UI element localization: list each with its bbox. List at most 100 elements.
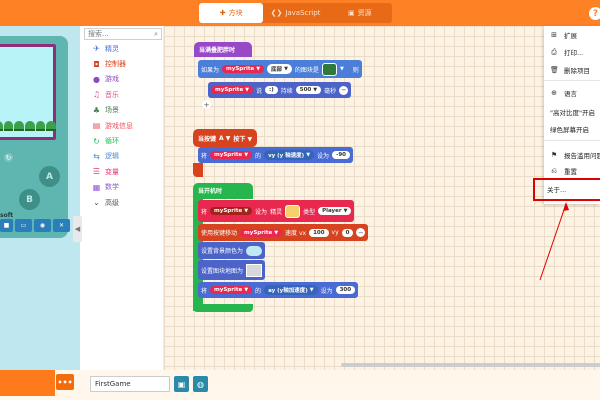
menu-item-green-screen[interactable]: 绿色屏幕开启: [550, 124, 589, 134]
menu-item-reset[interactable]: ⎌ 重置: [550, 166, 577, 177]
duration-dropdown[interactable]: 500 ▼: [295, 86, 322, 94]
set-bg-color-block[interactable]: 设置背景颜色为: [198, 242, 266, 259]
set-ay-block[interactable]: 将 mySprite ▼ 的 ay (y轴加速度) ▼ 设为 300: [198, 282, 359, 298]
stop-icon[interactable]: ■: [0, 219, 13, 232]
category-controller[interactable]: ◘ 控制器: [82, 56, 164, 71]
say-block[interactable]: mySprite ▼ 说 :) 持续 500 ▼ 毫秒 −: [208, 82, 352, 98]
overlap-event-hat[interactable]: 当满叠肥胖时: [194, 42, 252, 57]
download-button[interactable]: [0, 370, 55, 396]
top-bar: ✚ 方块 ❮❯ JavaScript ▣ 资源 ?: [0, 0, 600, 26]
button-a[interactable]: A: [39, 166, 60, 187]
reset-icon[interactable]: ↻: [4, 153, 13, 162]
editor-mode-toggle: ✚ 方块 ❮❯ JavaScript ▣ 资源: [199, 3, 392, 23]
button-key-dropdown[interactable]: A ▼: [219, 135, 230, 142]
tile-image[interactable]: [321, 62, 337, 76]
sprite-dropdown[interactable]: mySprite ▼: [210, 286, 253, 294]
sprite-dropdown[interactable]: mySprite ▼: [210, 207, 253, 215]
category-math[interactable]: ▦ 数学: [82, 180, 164, 195]
sprite-dropdown[interactable]: mySprite ▼: [211, 86, 254, 94]
chevron-down-icon[interactable]: ▼: [340, 66, 344, 72]
simulator-panel: ↻ A B soft ■ ▭ ◉ ✕ ◀: [0, 26, 82, 370]
menu-divider: [544, 80, 600, 81]
color-picker[interactable]: [246, 245, 263, 256]
toolbox-category-list: ✈ 精灵 ◘ 控制器 ● 游戏 ♫ 音乐 ♣ 场景 ▤ 游戏信息 ↻ 循环 ⇆: [82, 41, 164, 210]
menu-item-print[interactable]: ⎙ 打印...: [550, 47, 583, 58]
save-icon[interactable]: ▣: [174, 376, 189, 392]
print-icon: ⎙: [551, 47, 557, 56]
workspace-scrollbar[interactable]: [341, 363, 600, 367]
category-advanced[interactable]: ⌄ 高级: [82, 195, 164, 210]
button-event-hat[interactable]: 当按键 A ▼ 按下 ▼: [193, 129, 258, 147]
edge-dropdown[interactable]: 底部 ▼: [267, 64, 292, 74]
flag-icon: ⚑: [550, 151, 558, 159]
button-b[interactable]: B: [19, 189, 40, 210]
category-sprites[interactable]: ✈ 精灵: [82, 41, 164, 56]
close-icon[interactable]: ✕: [53, 219, 70, 232]
category-logic[interactable]: ⇆ 逻辑: [82, 149, 164, 164]
menu-item-extensions[interactable]: ⊞ 扩展: [550, 30, 577, 40]
fullscreen-icon[interactable]: ▭: [15, 219, 32, 232]
tilemap-bushes: [0, 121, 57, 131]
set-vy-block[interactable]: 将 mySprite ▼ 的 vy (y 轴速度) ▼ 设为 -90: [198, 147, 353, 163]
create-sprite-block[interactable]: 将 mySprite ▼ 设为 精灵 类型 Player ▼: [198, 200, 355, 222]
overlap-if-block[interactable]: 如果为 mySprite ▼ 底部 ▼ 的图块是 ▼ 则: [198, 60, 362, 78]
category-variables[interactable]: ☰ 变量: [82, 164, 164, 179]
say-text-input[interactable]: :): [265, 86, 278, 94]
sprite-icon: ✈: [93, 44, 100, 54]
info-icon: ▤: [92, 121, 101, 131]
sprite-dropdown[interactable]: mySprite ▼: [240, 228, 283, 237]
logic-icon: ⇆: [93, 151, 100, 161]
menu-item-language[interactable]: ⊕ 语言: [550, 88, 577, 98]
tab-blocks[interactable]: ✚ 方块: [199, 3, 264, 23]
category-game[interactable]: ● 游戏: [82, 72, 164, 87]
headphones-icon: ♫: [92, 90, 101, 100]
menu-item-delete-project[interactable]: 🗑 删除项目: [550, 65, 590, 75]
set-tilemap-block[interactable]: 设置图块地图为: [198, 260, 266, 280]
game-screen[interactable]: [0, 44, 57, 140]
vy-input[interactable]: 0: [341, 228, 354, 237]
trash-icon: 🗑: [550, 66, 559, 74]
category-music[interactable]: ♫ 音乐: [82, 87, 164, 102]
reset-icon: ⎌: [551, 166, 557, 175]
tab-assets[interactable]: ▣ 资源: [328, 3, 392, 23]
kind-dropdown[interactable]: Player ▼: [318, 207, 352, 215]
sprite-dropdown[interactable]: mySprite ▼: [222, 65, 265, 73]
tilemap-picker[interactable]: [246, 263, 263, 277]
project-name-input[interactable]: FirstGame: [90, 376, 170, 392]
block-toolbox: 搜索... ⌕ ✈ 精灵 ◘ 控制器 ● 游戏 ♫ 音乐 ♣ 场景 ▤ 游戏信息…: [82, 26, 164, 370]
code-icon: ❮❯: [270, 9, 283, 17]
category-info[interactable]: ▤ 游戏信息: [82, 118, 164, 133]
more-options-button[interactable]: •••: [56, 374, 74, 390]
help-button[interactable]: ?: [589, 7, 600, 20]
vx-input[interactable]: 100: [309, 228, 329, 237]
toolbox-search-input[interactable]: 搜索... ⌕: [84, 28, 162, 40]
minus-icon[interactable]: −: [356, 228, 366, 237]
puzzle-icon: ✚: [219, 9, 226, 17]
sprite-dropdown[interactable]: mySprite ▼: [210, 151, 253, 159]
menu-item-report-abuse[interactable]: ⚑ 报告滥用问题: [550, 150, 600, 160]
menu-divider: [544, 140, 600, 141]
category-scene[interactable]: ♣ 场景: [82, 103, 164, 118]
sprite-image-picker[interactable]: [285, 204, 301, 218]
add-else-icon[interactable]: +: [202, 100, 211, 109]
plus-box-icon: ⊞: [551, 31, 557, 39]
on-start-footer: [193, 304, 253, 312]
menu-item-high-contrast[interactable]: "高对比度"开启: [550, 107, 595, 117]
tab-javascript[interactable]: ❮❯ JavaScript: [263, 3, 327, 23]
move-with-buttons-block[interactable]: 使用按键移动 mySprite ▼ 速度 vx 100 vy 0 −: [198, 224, 369, 241]
button-event-footer: [193, 163, 203, 177]
github-icon[interactable]: ◍: [193, 376, 208, 392]
button-event-dropdown[interactable]: 按下 ▼: [233, 134, 252, 143]
game-device: ↻ A B soft: [0, 36, 68, 238]
ay-value-input[interactable]: 300: [335, 286, 356, 294]
gamepad-icon: ◘: [93, 59, 100, 69]
collapse-simulator-icon[interactable]: ◀: [73, 216, 82, 242]
property-dropdown[interactable]: vy (y 轴速度) ▼: [264, 150, 315, 160]
chevron-down-icon: ⌄: [93, 198, 100, 208]
vy-value-input[interactable]: -90: [332, 151, 350, 159]
camera-icon[interactable]: ◉: [34, 219, 51, 232]
minus-icon[interactable]: −: [339, 85, 349, 95]
category-loops[interactable]: ↻ 循环: [82, 133, 164, 148]
tree-icon: ♣: [92, 105, 101, 115]
property-dropdown[interactable]: ay (y轴加速度) ▼: [264, 285, 318, 295]
